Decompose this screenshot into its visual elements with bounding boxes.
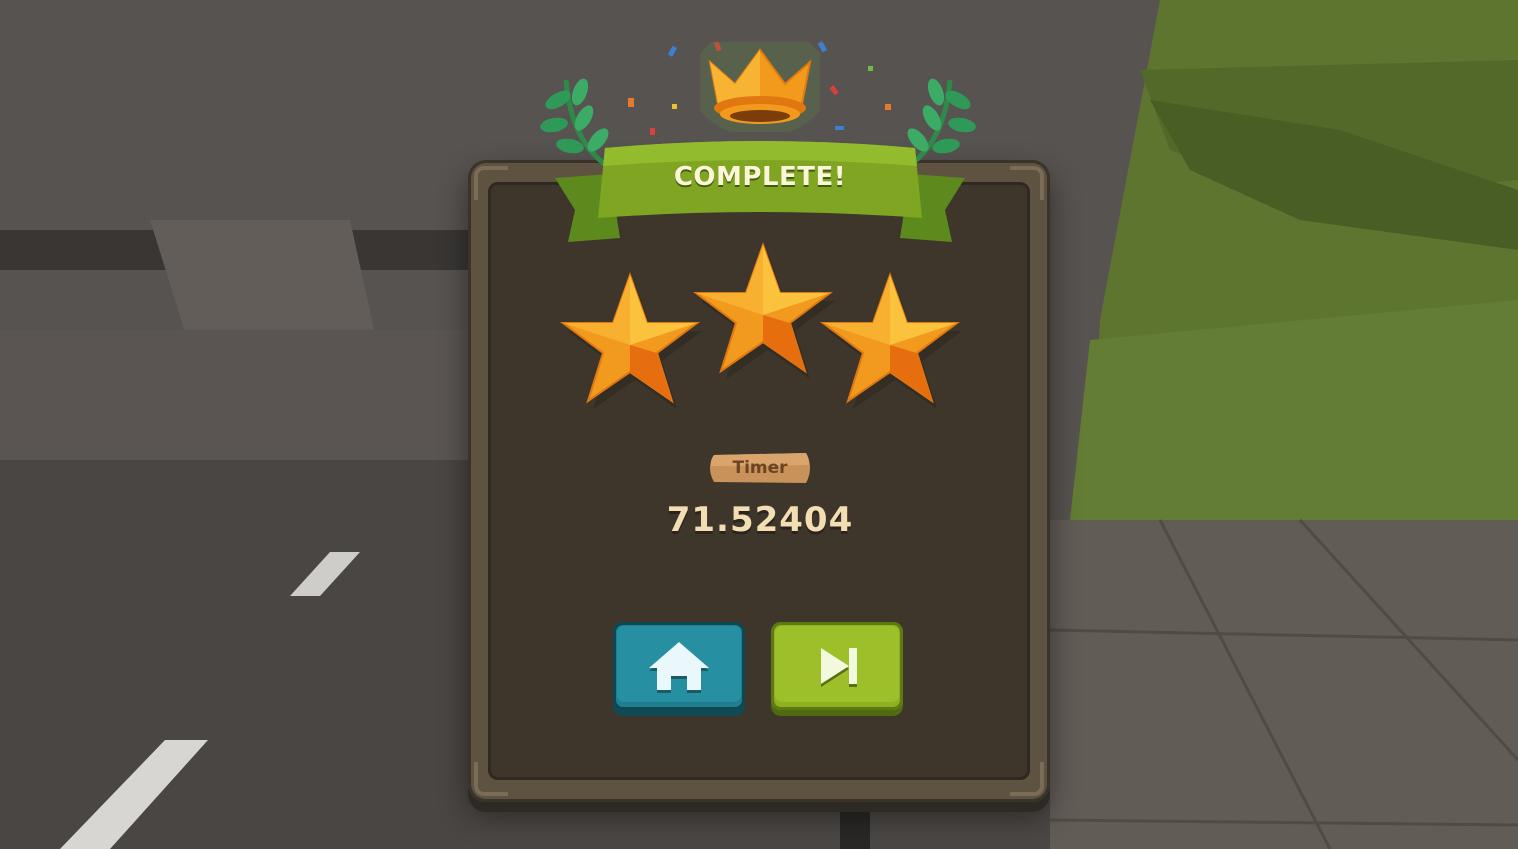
complete-banner: COMPLETE!: [550, 138, 970, 248]
star-icon: [693, 242, 835, 379]
next-level-button[interactable]: [771, 622, 903, 710]
timer-badge: Timer: [706, 451, 814, 485]
star-icon: [820, 272, 962, 409]
home-icon: [649, 642, 709, 693]
ribbon-icon: [555, 141, 965, 242]
timer-label: Timer: [732, 458, 788, 478]
panel-corner-ornament: [1010, 166, 1044, 200]
panel-corner-ornament: [474, 166, 508, 200]
complete-title: COMPLETE!: [673, 162, 847, 192]
panel-corner-ornament: [1010, 762, 1044, 796]
home-button[interactable]: [613, 622, 745, 710]
skip-next-icon: [821, 648, 857, 687]
star-icon: [560, 272, 702, 409]
panel-corner-ornament: [474, 762, 508, 796]
star-rating: [560, 242, 962, 409]
crown-icon: [700, 42, 820, 132]
timer-value: 71.52404: [666, 500, 854, 540]
